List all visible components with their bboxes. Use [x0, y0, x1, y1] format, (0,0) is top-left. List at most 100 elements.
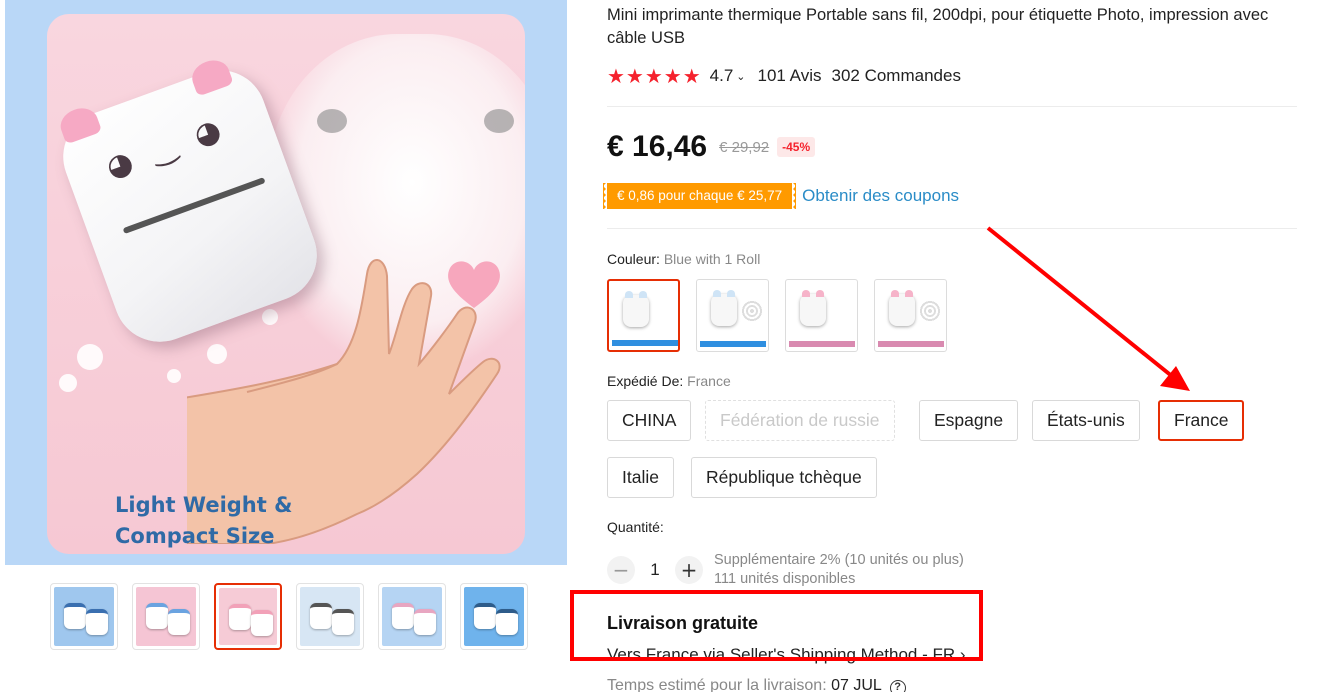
thumbnail-2[interactable] — [132, 583, 200, 650]
chevron-down-icon[interactable]: ⌄ — [736, 70, 745, 83]
product-photo-card: ◕ ‿ ◕ Light Weight & Compact Size — [47, 14, 525, 554]
delivery-estimate-label: Temps estimé pour la livraison: — [607, 677, 827, 692]
quantity-label: Quantité: — [607, 519, 664, 535]
color-option-1[interactable] — [607, 279, 680, 352]
printer-ear — [625, 291, 633, 298]
divider — [607, 228, 1297, 229]
paw-dot — [167, 369, 181, 383]
printer-ear — [816, 290, 824, 297]
printer-thumbnail — [800, 290, 826, 326]
stock-available-note: 111 unités disponibles — [714, 571, 856, 587]
delivery-estimate-date: 07 JUL — [831, 677, 882, 692]
delivery-estimate: Temps estimé pour la livraison: 07 JUL ? — [607, 677, 906, 692]
rating-row: ★★★★★ 4.7 ⌄ 101 Avis 302 Commandes — [607, 64, 961, 88]
color-label: Couleur: Blue with 1 Roll — [607, 251, 760, 267]
ships-from-option-czech[interactable]: République tchèque — [691, 457, 877, 498]
quantity-value[interactable]: 1 — [635, 560, 675, 580]
coupon-tag[interactable]: € 0,86 pour chaque € 25,77 — [607, 183, 797, 209]
rating-score[interactable]: 4.7 — [710, 66, 734, 86]
ships-from-option-usa[interactable]: États-unis — [1032, 400, 1140, 441]
image-caption: Light Weight & Compact Size — [115, 490, 292, 552]
printer-ear — [727, 290, 735, 297]
color-strip — [612, 340, 678, 346]
ships-from-option-russia: Fédération de russie — [705, 400, 895, 441]
printer-face: ◕ ‿ ◕ — [101, 110, 232, 186]
ships-from-selected-value: France — [687, 373, 731, 389]
quantity-decrease-button[interactable]: − — [607, 556, 635, 584]
help-icon[interactable]: ? — [889, 680, 906, 692]
thumbnail-image — [464, 587, 524, 646]
printer-ear — [891, 290, 899, 297]
printer-ear — [713, 290, 721, 297]
current-price: € 16,46 — [607, 130, 708, 163]
quantity-increase-button[interactable]: + — [675, 556, 703, 584]
printer-ear — [56, 103, 103, 145]
thumbnail-printer — [474, 603, 496, 629]
thumbnail-3[interactable] — [214, 583, 282, 650]
thumbnail-1[interactable] — [50, 583, 118, 650]
thumbnail-printer — [332, 609, 354, 635]
thumbnail-5[interactable] — [378, 583, 446, 650]
price-row: € 16,46 € 29,92 -45% — [607, 130, 816, 164]
paper-roll — [919, 300, 941, 322]
cat-eye-left — [317, 109, 347, 133]
thumbnail-image — [382, 587, 442, 646]
original-price: € 29,92 — [719, 138, 770, 156]
thumbnail-image — [54, 587, 114, 646]
printer-ear — [802, 290, 810, 297]
quantity-stepper: − 1 + Supplémentaire 2% (10 unités ou pl… — [607, 551, 964, 589]
color-option-3[interactable] — [785, 279, 858, 352]
bulk-discount-note: Supplémentaire 2% (10 unités ou plus) — [714, 552, 964, 568]
rating-stars-icon: ★★★★★ — [607, 64, 702, 88]
color-option-4[interactable] — [874, 279, 947, 352]
orders-count: 302 Commandes — [831, 66, 961, 85]
printer-ear — [905, 290, 913, 297]
thumbnail-image — [300, 587, 360, 646]
printer-ear — [187, 55, 234, 97]
ships-from-label-text: Expédié De: — [607, 373, 684, 389]
get-coupons-link[interactable]: Obtenir des coupons — [802, 186, 959, 206]
color-strip — [878, 341, 944, 347]
ships-from-label: Expédié De: France — [607, 373, 731, 389]
highlight-box — [570, 590, 983, 661]
thumbnail-printer — [310, 603, 332, 629]
thumbnail-printer — [414, 609, 436, 635]
ships-from-option-italy[interactable]: Italie — [607, 457, 674, 498]
printer-slot — [122, 177, 266, 235]
thumbnail-4[interactable] — [296, 583, 364, 650]
thumbnail-image — [219, 588, 277, 645]
thumbnail-6[interactable] — [460, 583, 528, 650]
thumbnail-printer — [251, 610, 273, 636]
discount-badge: -45% — [777, 137, 816, 157]
paw-dot — [59, 374, 77, 392]
coupon-row: € 0,86 pour chaque € 25,77 Obtenir des c… — [607, 183, 959, 209]
color-strip — [700, 341, 766, 347]
printer-thumbnail — [711, 290, 737, 326]
thumbnail-printer — [146, 603, 168, 629]
caption-line-1: Light Weight & — [115, 493, 293, 517]
printer-thumbnail — [623, 291, 649, 327]
thumbnail-printer — [86, 609, 108, 635]
printer-thumbnail — [889, 290, 915, 326]
thumbnail-printer — [168, 609, 190, 635]
thumbnail-printer — [64, 603, 86, 629]
printer-ear — [639, 291, 647, 298]
thumbnail-image — [136, 587, 196, 646]
color-option-2[interactable] — [696, 279, 769, 352]
caption-line-2: Compact Size — [115, 524, 275, 548]
main-product-image[interactable]: ◕ ‿ ◕ Light Weight & Compact Size — [5, 0, 567, 565]
ships-from-option-china[interactable]: CHINA — [607, 400, 692, 441]
divider — [607, 106, 1297, 107]
color-options — [607, 279, 947, 352]
paw-dot — [77, 344, 103, 370]
reviews-link[interactable]: 101 Avis — [758, 66, 822, 86]
ships-from-option-spain[interactable]: Espagne — [919, 400, 1019, 441]
color-strip — [789, 341, 855, 347]
thumbnail-printer — [392, 603, 414, 629]
product-title: Mini imprimante thermique Portable sans … — [607, 6, 1269, 47]
ships-from-option-france[interactable]: France — [1158, 400, 1245, 441]
thumbnail-strip — [50, 583, 528, 650]
paper-roll — [741, 300, 763, 322]
thumbnail-printer — [229, 604, 251, 630]
color-label-text: Couleur: — [607, 251, 660, 267]
